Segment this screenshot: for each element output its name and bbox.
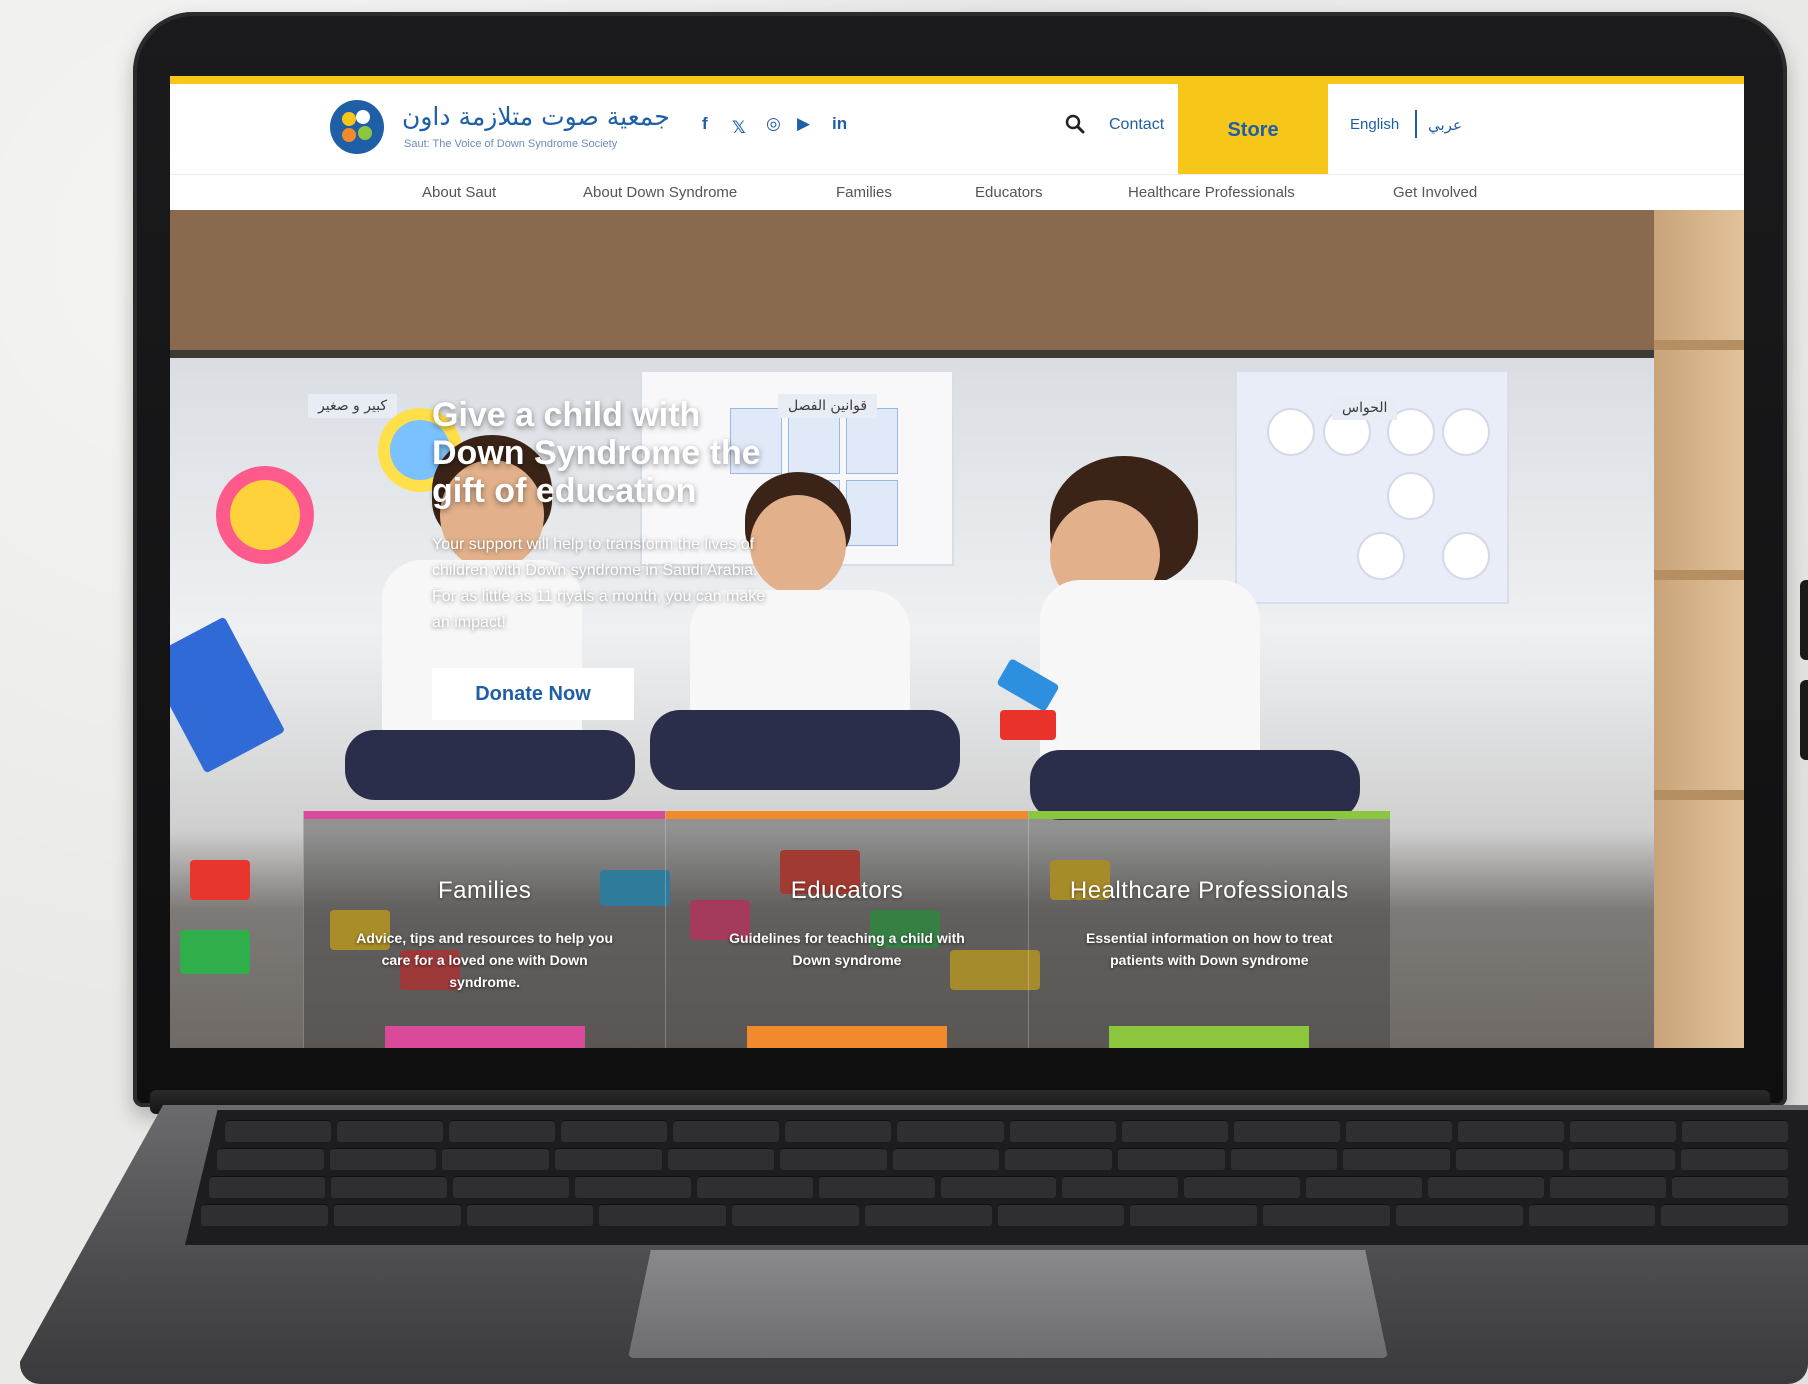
nav-item-educators[interactable]: Educators [975, 184, 1043, 201]
language-divider [1415, 110, 1417, 138]
card-healthcare-professionals[interactable]: Healthcare Professionals Essential infor… [1027, 811, 1390, 1048]
card-accent-bar [1028, 811, 1390, 819]
hero-description: Your support will help to transform the … [432, 536, 766, 631]
poster-tag: الحواس [1332, 396, 1398, 420]
card-title: Educators [790, 877, 904, 904]
facebook-icon[interactable]: f [702, 114, 708, 134]
browser-screen: جمعية صوت متلازمة داون Saut: The Voice o… [170, 76, 1744, 1048]
main-nav: About Saut About Down Syndrome Families … [170, 174, 1744, 211]
side-port [1800, 580, 1808, 660]
poster-tag: كبير و صغير [308, 394, 398, 418]
language-arabic[interactable]: عربي [1428, 116, 1462, 134]
donate-now-button[interactable]: Donate Now [432, 668, 634, 720]
search-icon[interactable] [1065, 114, 1085, 134]
search-input[interactable] [895, 108, 1059, 142]
language-english[interactable]: English [1350, 116, 1399, 133]
wooden-shelf [1654, 210, 1744, 1048]
linkedin-icon[interactable]: in [832, 114, 847, 134]
audience-cards: Families Advice, tips and resources to h… [303, 811, 1390, 1048]
search-box [895, 108, 1091, 142]
nav-item-families[interactable]: Families [836, 184, 892, 201]
instagram-icon[interactable]: ◎ [766, 114, 781, 134]
flower-decoration [230, 480, 300, 550]
nav-item-about-down-syndrome[interactable]: About Down Syndrome [583, 184, 737, 201]
youtube-icon[interactable]: ▶ [797, 114, 810, 134]
card-families-button[interactable] [384, 1026, 585, 1048]
logo-title[interactable]: جمعية صوت متلازمة داون [402, 102, 670, 131]
contact-link[interactable]: Contact [1109, 116, 1164, 134]
poster-tag: قوانين الفصل [778, 394, 878, 418]
card-educators[interactable]: Educators Guidelines for teaching a chil… [665, 811, 1028, 1048]
side-port [1800, 680, 1808, 760]
keyboard [185, 1110, 1808, 1245]
store-button[interactable]: Store [1178, 84, 1328, 176]
logo-subtitle: Saut: The Voice of Down Syndrome Society [404, 138, 618, 150]
site-header: جمعية صوت متلازمة داون Saut: The Voice o… [170, 84, 1744, 176]
x-twitter-icon[interactable]: 𝕏 [732, 118, 746, 138]
hero-image: كبير و صغير قوانين الفصل الحواس Give a c… [170, 210, 1744, 1048]
logo-icon[interactable] [330, 100, 384, 154]
card-text: Guidelines for teaching a child with Dow… [729, 930, 965, 968]
card-title: Families [437, 877, 532, 904]
card-educators-button[interactable] [746, 1026, 947, 1048]
nav-item-about-saut[interactable]: About Saut [422, 184, 496, 201]
accent-strip [170, 76, 1744, 84]
hero-title: Give a child with Down Syndrome the gift… [432, 396, 761, 510]
nav-item-healthcare-professionals[interactable]: Healthcare Professionals [1128, 184, 1295, 201]
card-families[interactable]: Families Advice, tips and resources to h… [303, 811, 666, 1048]
card-text: Advice, tips and resources to help you c… [356, 930, 614, 990]
card-accent-bar [304, 811, 666, 819]
nav-item-get-involved[interactable]: Get Involved [1393, 184, 1477, 201]
card-accent-bar [666, 811, 1028, 819]
card-text: Essential information on how to treat pa… [1086, 930, 1333, 968]
trackpad [628, 1250, 1388, 1358]
card-title: Healthcare Professionals [1069, 877, 1349, 904]
cork-board-frame [170, 350, 1654, 358]
card-healthcare-button[interactable] [1109, 1026, 1310, 1048]
